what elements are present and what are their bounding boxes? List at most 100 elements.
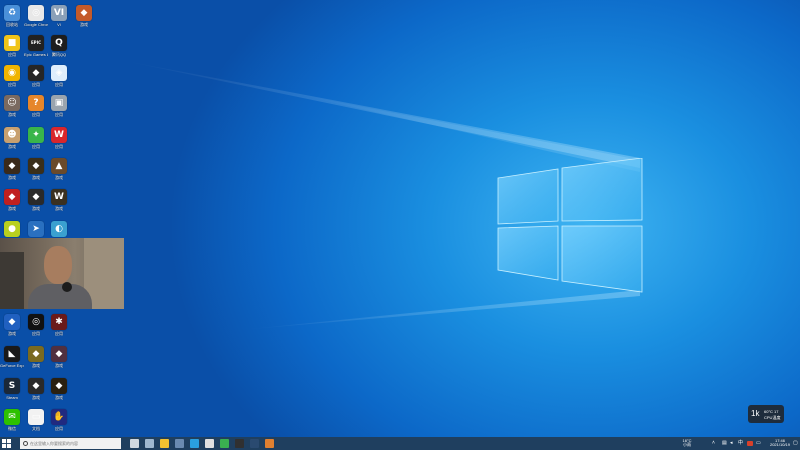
desktop-icon-label: 游戏 [32, 206, 40, 211]
desktop-icon-label: Epic Games Launcher [24, 52, 48, 57]
desktop-icon-game-i[interactable]: ◆ 游戏 [24, 377, 48, 400]
desktop-icon-label: 游戏 [55, 175, 63, 180]
desktop-icon-game-g[interactable]: ◆ 游戏 [24, 345, 48, 368]
epic-games-icon: EPIC [28, 35, 44, 51]
weather-tray[interactable]: 16°C 小雨 [674, 439, 700, 447]
game-f-icon: W [51, 189, 67, 205]
desktop-icon-label: 应用 [55, 144, 63, 149]
taskbar-store-icon[interactable] [175, 439, 184, 448]
app-tray-icon[interactable] [747, 441, 753, 446]
taskbar-chrome-tb-icon[interactable] [205, 439, 214, 448]
desktop-icon-chrome[interactable]: ◎Google Chrome [24, 4, 48, 27]
taskbar-search[interactable] [20, 438, 121, 449]
system-tray: 16°C 小雨 ˄ ▤ ◂ 中 ▭ 17:46 2021/10/19 ▢ [672, 437, 800, 450]
desktop-icon-app-circle[interactable]: ◉ 应用 [0, 64, 24, 87]
app-green-icon: ✦ [28, 127, 44, 143]
taskbar-app-green-tb-icon[interactable] [220, 439, 229, 448]
desktop-icon-label: 游戏 [8, 144, 16, 149]
desktop-icon-app-red[interactable]: W 应用 [47, 126, 71, 149]
desktop-icon-app-yellow[interactable]: ■ 应用 [0, 34, 24, 57]
taskbar-widgets-icon[interactable] [145, 439, 154, 448]
desktop-icon-label: 应用 [55, 112, 63, 117]
game-d-icon: ◆ [4, 189, 20, 205]
desktop-icon-label: 应用 [32, 144, 40, 149]
desktop-icon-app-gray[interactable]: ▣ 应用 [47, 94, 71, 117]
desktop-icon-label: 应用 [8, 52, 16, 57]
app-circle-icon: ◉ [4, 65, 20, 81]
taskbar-steam-tb-icon[interactable] [250, 439, 259, 448]
taskbar-edge-icon[interactable] [190, 439, 199, 448]
clock[interactable]: 17:46 2021/10/19 [767, 439, 793, 447]
steam-icon: S [4, 378, 20, 394]
battery-icon[interactable]: ▭ [756, 441, 761, 446]
webcam-overlay [0, 238, 124, 309]
desktop-icon-app-orange[interactable]: ? 应用 [24, 94, 48, 117]
desktop-icon-game-a[interactable]: ◆ 游戏 [0, 157, 24, 180]
desktop-icon-epic-games[interactable]: EPICEpic Games Launcher [24, 34, 48, 57]
game-a-icon: ◆ [4, 158, 20, 174]
desktop-icon-game-c[interactable]: ▲ 游戏 [47, 157, 71, 180]
desktop-icon-game-e[interactable]: ◆ 游戏 [24, 188, 48, 211]
desktop-icon-game-d[interactable]: ◆ 游戏 [0, 188, 24, 211]
desktop-icon-nvidia[interactable]: ◣GeForce Experience [0, 345, 24, 368]
desktop-icon-doc-file[interactable]: ▭ 文档 [24, 408, 48, 431]
light-beams [120, 60, 640, 330]
taskbar-file-explorer-icon[interactable] [160, 439, 169, 448]
desktop[interactable]: ♻回收站◎Google ChromeVIVI◆游戏■应用EPICEpic Gam… [0, 0, 800, 437]
desktop-icon-wechat[interactable]: ✉ 微信 [0, 408, 24, 431]
notification-icon[interactable]: ▢ [793, 441, 798, 446]
desktop-icon-app-maroon[interactable]: ✱ 应用 [47, 313, 71, 336]
desktop-icon-game-j[interactable]: ◆ 游戏 [47, 377, 71, 400]
app-purple-icon: ✋ [51, 409, 67, 425]
desktop-icon-game-app[interactable]: ◆ 游戏 [72, 4, 96, 27]
desktop-icon-label: GeForce Experience [0, 363, 24, 368]
desktop-icon-label: 应用 [32, 82, 40, 87]
desktop-icon-recycle-bin[interactable]: ♻ 回收站 [0, 4, 24, 27]
ime-icon[interactable]: 中 [738, 441, 743, 446]
start-button[interactable] [2, 439, 11, 448]
game-i-icon: ◆ [28, 378, 44, 394]
desktop-icon-qq[interactable]: Q 腾讯QQ [47, 34, 71, 57]
desktop-icon-app-green[interactable]: ✦ 应用 [24, 126, 48, 149]
desktop-icon-game-b[interactable]: ◆ 游戏 [24, 157, 48, 180]
search-input[interactable] [30, 438, 118, 449]
desktop-icon-app-black[interactable]: ◎ 应用 [24, 313, 48, 336]
windows-logo [497, 158, 643, 293]
app-maroon-icon: ✱ [51, 314, 67, 330]
desktop-icon-game-char[interactable]: ☺ 游戏 [0, 94, 24, 117]
desktop-icon-game-f[interactable]: W 游戏 [47, 188, 71, 211]
desktop-icon-label: 回收站 [6, 22, 18, 27]
taskbar-game-tb-icon[interactable] [265, 439, 274, 448]
game-c-icon: ▲ [51, 158, 67, 174]
desktop-icon-app-purple[interactable]: ✋ 应用 [47, 408, 71, 431]
widget-line-2: CPU温度 [764, 415, 781, 420]
desktop-icon-steam[interactable]: S Steam [0, 377, 24, 400]
desktop-icon-app-sonic[interactable]: ◆ 游戏 [0, 313, 24, 336]
cpu-temp-widget[interactable]: 1k 60°C 17 CPU温度 [748, 405, 784, 423]
weather-text: 小雨 [683, 442, 691, 447]
desktop-icon-label: 腾讯QQ [51, 52, 67, 57]
taskbar: 16°C 小雨 ˄ ▤ ◂ 中 ▭ 17:46 2021/10/19 ▢ [0, 437, 800, 450]
desktop-icon-label: 游戏 [55, 363, 63, 368]
app-bluearrow-icon: ➤ [28, 221, 44, 237]
app-lime-icon: ● [4, 221, 20, 237]
taskbar-task-view-icon[interactable] [130, 439, 139, 448]
app-gray-icon: ▣ [51, 95, 67, 111]
volume-icon[interactable]: ◂ [730, 441, 735, 446]
game-char2-icon: ☻ [4, 127, 20, 143]
network-icon[interactable]: ▤ [722, 441, 727, 446]
game-j-icon: ◆ [51, 378, 67, 394]
desktop-icon-app-dark[interactable]: ◆ 应用 [24, 64, 48, 87]
app-teal-icon: ◐ [51, 221, 67, 237]
app-black-icon: ◎ [28, 314, 44, 330]
widget-value: 1k [751, 409, 760, 418]
desktop-icon-game-char2[interactable]: ☻ 游戏 [0, 126, 24, 149]
desktop-icon-label: Steam [6, 395, 18, 400]
vi-app-icon: VI [51, 5, 67, 21]
desktop-icon-app-blue[interactable]: ◈ 应用 [47, 64, 71, 87]
desktop-icon-game-h[interactable]: ◆ 游戏 [47, 345, 71, 368]
desktop-icon-vi-app[interactable]: VI VI [47, 4, 71, 27]
app-red-icon: W [51, 127, 67, 143]
taskbar-obs-icon[interactable] [235, 439, 244, 448]
chevron-up-icon[interactable]: ˄ [712, 441, 717, 446]
